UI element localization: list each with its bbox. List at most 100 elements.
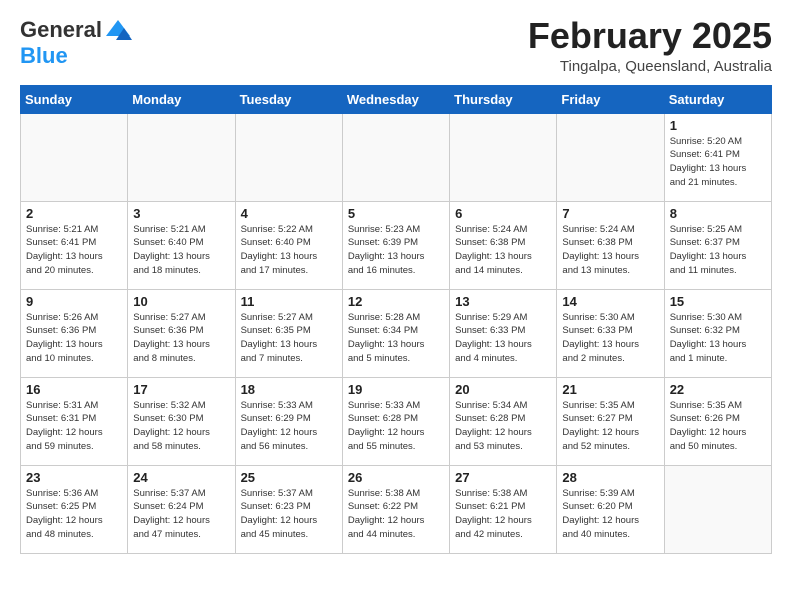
calendar-day-cell: 12Sunrise: 5:28 AM Sunset: 6:34 PM Dayli…	[342, 289, 449, 377]
calendar-day-cell	[450, 113, 557, 201]
calendar-day-cell: 24 Sunrise: 5:37 AM Sunset: 6:24 PM Dayli…	[128, 465, 235, 553]
day-info: Sunrise: 5:34 AM Sunset: 6:28 PM Dayligh…	[455, 399, 551, 454]
day-info: Sunrise: 5:37 AM Sunset: 6:24 PM Dayligh…	[133, 487, 229, 542]
calendar-day-cell: 5Sunrise: 5:23 AM Sunset: 6:39 PM Daylig…	[342, 201, 449, 289]
logo-general-text: General	[20, 18, 102, 42]
day-number: 28	[562, 470, 658, 485]
day-info: Sunrise: 5:27 AM Sunset: 6:36 PM Dayligh…	[133, 311, 229, 366]
calendar-day-cell: 3 Sunrise: 5:21 AM Sunset: 6:40 PM Daylig…	[128, 201, 235, 289]
day-number: 26	[348, 470, 444, 485]
day-info: Sunrise: 5:21 AM Sunset: 6:41 PM Dayligh…	[26, 223, 122, 278]
calendar-day-cell	[128, 113, 235, 201]
day-info: Sunrise: 5:33 AM Sunset: 6:29 PM Dayligh…	[241, 399, 337, 454]
calendar-week-row: 23 Sunrise: 5:36 AM Sunset: 6:25 PM Dayli…	[21, 465, 772, 553]
day-info: Sunrise: 5:39 AM Sunset: 6:20 PM Dayligh…	[562, 487, 658, 542]
calendar-day-cell: 28 Sunrise: 5:39 AM Sunset: 6:20 PM Dayli…	[557, 465, 664, 553]
day-info: Sunrise: 5:27 AM Sunset: 6:35 PM Dayligh…	[241, 311, 337, 366]
calendar-day-cell: 25 Sunrise: 5:37 AM Sunset: 6:23 PM Dayli…	[235, 465, 342, 553]
day-number: 15	[670, 294, 766, 309]
weekday-header-row: SundayMondayTuesdayWednesdayThursdayFrid…	[21, 85, 772, 113]
day-number: 7	[562, 206, 658, 221]
day-number: 13	[455, 294, 551, 309]
calendar: SundayMondayTuesdayWednesdayThursdayFrid…	[20, 85, 772, 554]
day-info: Sunrise: 5:33 AM Sunset: 6:28 PM Dayligh…	[348, 399, 444, 454]
title-section: February 2025 Tingalpa, Queensland, Aust…	[528, 16, 772, 75]
day-info: Sunrise: 5:31 AM Sunset: 6:31 PM Dayligh…	[26, 399, 122, 454]
calendar-week-row: 1 Sunrise: 5:20 AM Sunset: 6:41 PM Daylig…	[21, 113, 772, 201]
calendar-day-cell: 10 Sunrise: 5:27 AM Sunset: 6:36 PM Dayli…	[128, 289, 235, 377]
calendar-week-row: 2 Sunrise: 5:21 AM Sunset: 6:41 PM Daylig…	[21, 201, 772, 289]
calendar-week-row: 16 Sunrise: 5:31 AM Sunset: 6:31 PM Dayli…	[21, 377, 772, 465]
day-info: Sunrise: 5:36 AM Sunset: 6:25 PM Dayligh…	[26, 487, 122, 542]
subtitle: Tingalpa, Queensland, Australia	[528, 58, 772, 75]
day-info: Sunrise: 5:20 AM Sunset: 6:41 PM Dayligh…	[670, 135, 766, 190]
day-number: 25	[241, 470, 337, 485]
logo: General Blue	[20, 16, 132, 68]
day-number: 1	[670, 118, 766, 133]
day-number: 20	[455, 382, 551, 397]
day-info: Sunrise: 5:32 AM Sunset: 6:30 PM Dayligh…	[133, 399, 229, 454]
month-title: February 2025	[528, 16, 772, 56]
logo-icon	[104, 16, 132, 44]
day-info: Sunrise: 5:30 AM Sunset: 6:33 PM Dayligh…	[562, 311, 658, 366]
day-number: 6	[455, 206, 551, 221]
day-info: Sunrise: 5:25 AM Sunset: 6:37 PM Dayligh…	[670, 223, 766, 278]
day-info: Sunrise: 5:22 AM Sunset: 6:40 PM Dayligh…	[241, 223, 337, 278]
day-number: 8	[670, 206, 766, 221]
calendar-day-cell: 23 Sunrise: 5:36 AM Sunset: 6:25 PM Dayli…	[21, 465, 128, 553]
day-number: 17	[133, 382, 229, 397]
calendar-day-cell: 20 Sunrise: 5:34 AM Sunset: 6:28 PM Dayli…	[450, 377, 557, 465]
day-info: Sunrise: 5:21 AM Sunset: 6:40 PM Dayligh…	[133, 223, 229, 278]
calendar-day-cell	[557, 113, 664, 201]
day-number: 16	[26, 382, 122, 397]
day-number: 18	[241, 382, 337, 397]
calendar-day-cell: 11Sunrise: 5:27 AM Sunset: 6:35 PM Dayli…	[235, 289, 342, 377]
calendar-day-cell: 7Sunrise: 5:24 AM Sunset: 6:38 PM Daylig…	[557, 201, 664, 289]
day-number: 23	[26, 470, 122, 485]
calendar-day-cell: 4 Sunrise: 5:22 AM Sunset: 6:40 PM Daylig…	[235, 201, 342, 289]
calendar-day-cell: 8 Sunrise: 5:25 AM Sunset: 6:37 PM Daylig…	[664, 201, 771, 289]
weekday-header: Monday	[128, 85, 235, 113]
day-info: Sunrise: 5:35 AM Sunset: 6:26 PM Dayligh…	[670, 399, 766, 454]
header: General Blue February 2025 Tingalpa, Que…	[20, 16, 772, 75]
day-number: 5	[348, 206, 444, 221]
day-number: 21	[562, 382, 658, 397]
calendar-day-cell: 13 Sunrise: 5:29 AM Sunset: 6:33 PM Dayli…	[450, 289, 557, 377]
day-number: 24	[133, 470, 229, 485]
calendar-day-cell: 6Sunrise: 5:24 AM Sunset: 6:38 PM Daylig…	[450, 201, 557, 289]
day-info: Sunrise: 5:29 AM Sunset: 6:33 PM Dayligh…	[455, 311, 551, 366]
day-number: 10	[133, 294, 229, 309]
day-info: Sunrise: 5:37 AM Sunset: 6:23 PM Dayligh…	[241, 487, 337, 542]
day-number: 2	[26, 206, 122, 221]
weekday-header: Wednesday	[342, 85, 449, 113]
weekday-header: Sunday	[21, 85, 128, 113]
day-info: Sunrise: 5:30 AM Sunset: 6:32 PM Dayligh…	[670, 311, 766, 366]
calendar-day-cell	[21, 113, 128, 201]
weekday-header: Saturday	[664, 85, 771, 113]
calendar-day-cell: 9Sunrise: 5:26 AM Sunset: 6:36 PM Daylig…	[21, 289, 128, 377]
day-info: Sunrise: 5:38 AM Sunset: 6:22 PM Dayligh…	[348, 487, 444, 542]
day-number: 14	[562, 294, 658, 309]
day-number: 3	[133, 206, 229, 221]
calendar-day-cell: 15 Sunrise: 5:30 AM Sunset: 6:32 PM Dayli…	[664, 289, 771, 377]
calendar-day-cell: 17 Sunrise: 5:32 AM Sunset: 6:30 PM Dayli…	[128, 377, 235, 465]
day-info: Sunrise: 5:35 AM Sunset: 6:27 PM Dayligh…	[562, 399, 658, 454]
calendar-day-cell	[342, 113, 449, 201]
calendar-day-cell	[664, 465, 771, 553]
logo-blue-text: Blue	[20, 44, 132, 68]
day-number: 22	[670, 382, 766, 397]
calendar-day-cell: 16 Sunrise: 5:31 AM Sunset: 6:31 PM Dayli…	[21, 377, 128, 465]
day-number: 19	[348, 382, 444, 397]
day-number: 9	[26, 294, 122, 309]
page: General Blue February 2025 Tingalpa, Que…	[0, 0, 792, 570]
calendar-day-cell: 18 Sunrise: 5:33 AM Sunset: 6:29 PM Dayli…	[235, 377, 342, 465]
day-info: Sunrise: 5:38 AM Sunset: 6:21 PM Dayligh…	[455, 487, 551, 542]
calendar-day-cell	[235, 113, 342, 201]
calendar-day-cell: 22 Sunrise: 5:35 AM Sunset: 6:26 PM Dayli…	[664, 377, 771, 465]
day-number: 27	[455, 470, 551, 485]
day-info: Sunrise: 5:28 AM Sunset: 6:34 PM Dayligh…	[348, 311, 444, 366]
day-number: 4	[241, 206, 337, 221]
calendar-week-row: 9Sunrise: 5:26 AM Sunset: 6:36 PM Daylig…	[21, 289, 772, 377]
weekday-header: Friday	[557, 85, 664, 113]
calendar-day-cell: 19 Sunrise: 5:33 AM Sunset: 6:28 PM Dayli…	[342, 377, 449, 465]
